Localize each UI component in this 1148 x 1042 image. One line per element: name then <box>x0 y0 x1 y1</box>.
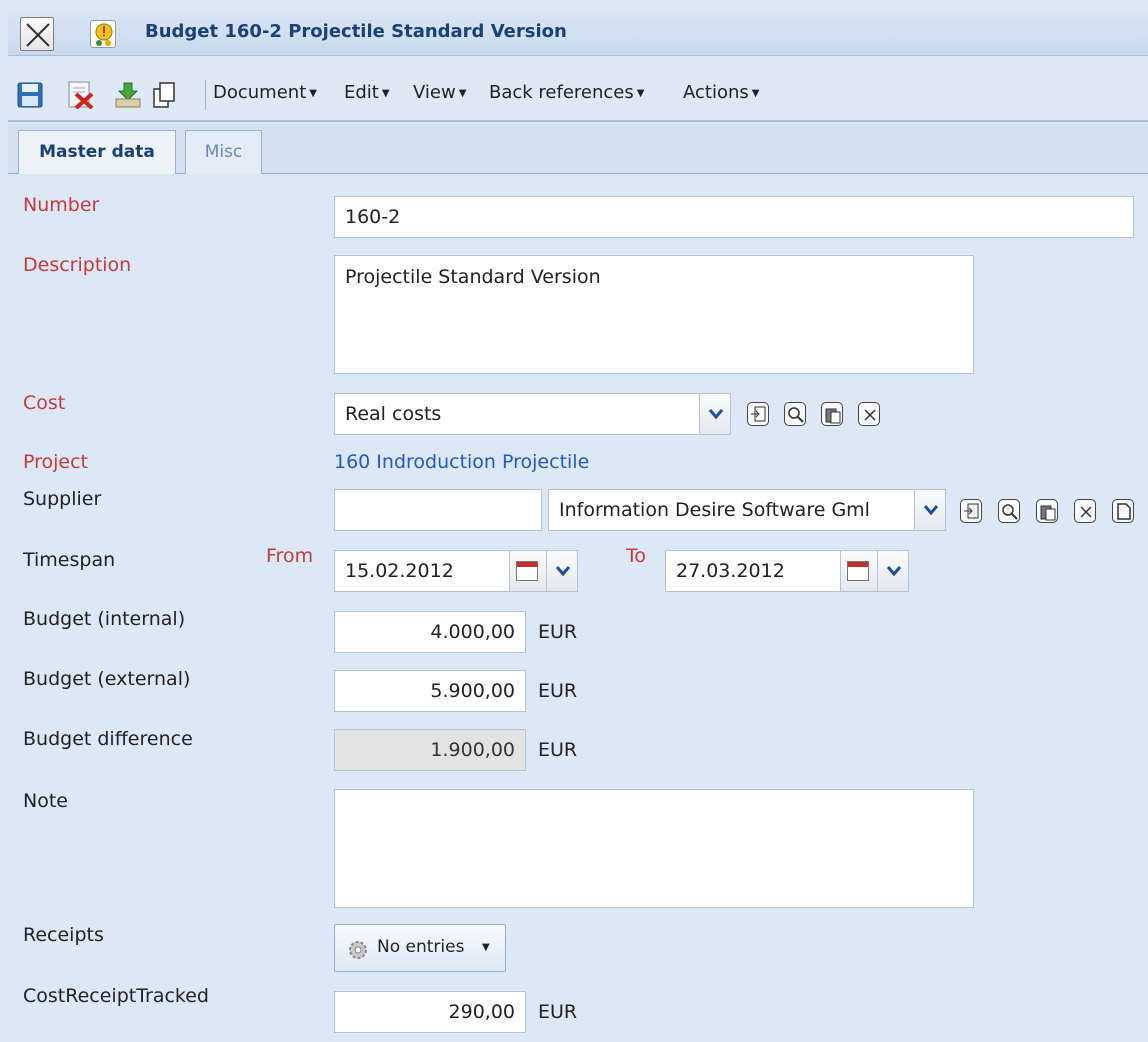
cost-open-button[interactable] <box>747 402 769 426</box>
timespan-label: Timespan <box>23 549 116 571</box>
chevron-down-icon: ▼ <box>482 942 490 953</box>
chevron-down-icon <box>887 566 901 576</box>
cost-receipt-tracked-unit: EUR <box>538 1001 578 1023</box>
tab-misc[interactable]: Misc <box>185 130 262 174</box>
chevron-down-icon: ▼ <box>381 87 390 99</box>
tab-master-data[interactable]: Master data <box>18 130 176 174</box>
receipts-label: Receipts <box>23 924 104 946</box>
supplier-clear-button[interactable] <box>1074 499 1096 523</box>
toolbar-separator <box>205 80 206 110</box>
menu-document-label: Document <box>213 82 307 103</box>
budget-internal-label: Budget (internal) <box>23 608 186 630</box>
budget-internal-unit: EUR <box>538 621 578 643</box>
supplier-open-button[interactable] <box>960 499 982 523</box>
chevron-down-icon <box>556 566 570 576</box>
budget-internal-input[interactable]: 4.000,00 <box>334 611 526 653</box>
receipts-button-label: No entries <box>377 937 465 957</box>
new-document-icon <box>1117 503 1131 520</box>
cost-search-button[interactable] <box>784 402 806 426</box>
cost-dropdown-button[interactable] <box>699 393 731 435</box>
receipts-button[interactable]: No entries ▼ <box>334 924 506 972</box>
window-title: Budget 160-2 Projectile Standard Version <box>145 21 567 42</box>
timespan-from-input[interactable]: 15.02.2012 <box>334 550 514 592</box>
menu-document[interactable]: Document ▼ <box>213 82 317 103</box>
paste-icon <box>825 408 841 424</box>
close-button[interactable] <box>20 17 54 51</box>
note-textarea[interactable] <box>334 789 974 908</box>
from-calendar-button[interactable] <box>509 550 551 592</box>
cost-receipt-tracked-label: CostReceiptTracked <box>23 985 209 1007</box>
budget-difference-value: 1.900,00 <box>334 729 526 771</box>
search-icon <box>1002 504 1018 520</box>
supplier-select[interactable]: Information Desire Software Gml <box>548 489 916 531</box>
close-icon <box>26 23 50 47</box>
supplier-new-button[interactable] <box>1112 499 1134 523</box>
chevron-down-icon: ▼ <box>636 87 645 99</box>
number-input[interactable]: 160-2 <box>334 196 1134 238</box>
chevron-down-icon: ▼ <box>458 87 467 99</box>
menu-edit-label: Edit <box>344 82 379 103</box>
export-icon[interactable] <box>114 81 142 109</box>
paste-icon <box>1040 505 1056 521</box>
status-button[interactable] <box>90 20 116 48</box>
chevron-down-icon <box>924 505 938 515</box>
calendar-icon <box>516 561 538 581</box>
menu-actions-label: Actions <box>683 82 749 103</box>
to-calendar-button[interactable] <box>840 550 882 592</box>
cost-paste-button[interactable] <box>821 402 843 426</box>
cost-label: Cost <box>23 392 66 414</box>
supplier-label: Supplier <box>23 488 102 510</box>
budget-difference-label: Budget difference <box>23 728 193 750</box>
menu-actions[interactable]: Actions ▼ <box>683 82 759 103</box>
cost-select[interactable]: Real costs <box>334 393 700 435</box>
gear-icon <box>349 941 367 959</box>
chevron-down-icon <box>709 409 723 419</box>
timespan-to-input[interactable]: 27.03.2012 <box>665 550 845 592</box>
budget-external-input[interactable]: 5.900,00 <box>334 670 526 712</box>
clear-icon <box>1080 506 1092 518</box>
window-titlebar: Budget 160-2 Projectile Standard Version <box>8 8 1148 56</box>
project-label: Project <box>23 451 89 473</box>
number-label: Number <box>23 194 100 216</box>
budget-difference-unit: EUR <box>538 739 578 761</box>
timespan-from-label: From <box>266 545 314 567</box>
supplier-search-button[interactable] <box>998 499 1020 523</box>
supplier-code-input[interactable] <box>334 489 542 531</box>
note-label: Note <box>23 790 68 812</box>
copy-icon[interactable] <box>150 81 178 109</box>
delete-icon[interactable] <box>66 81 94 109</box>
save-icon[interactable] <box>16 81 44 109</box>
description-label: Description <box>23 254 132 276</box>
menu-back-references-label: Back references <box>489 82 634 103</box>
from-dropdown-button[interactable] <box>546 550 578 592</box>
cost-clear-button[interactable] <box>858 402 880 426</box>
warning-status-icon <box>95 23 113 46</box>
clear-icon <box>864 409 876 421</box>
chevron-down-icon: ▼ <box>309 87 317 99</box>
budget-external-unit: EUR <box>538 680 578 702</box>
chevron-down-icon: ▼ <box>751 87 760 99</box>
supplier-paste-button[interactable] <box>1036 499 1058 523</box>
timespan-to-label: To <box>626 545 647 567</box>
to-dropdown-button[interactable] <box>877 550 909 592</box>
calendar-icon <box>847 561 869 581</box>
open-record-icon <box>964 503 979 519</box>
menu-edit[interactable]: Edit ▼ <box>344 82 390 103</box>
toolbar: Document ▼ Edit ▼ View ▼ Back references ▼ A… <box>8 60 1148 122</box>
search-icon <box>788 407 804 423</box>
supplier-dropdown-button[interactable] <box>914 489 946 531</box>
menu-back-references[interactable]: Back references ▼ <box>489 82 644 103</box>
tab-bar: Master data Misc <box>8 124 1148 174</box>
project-link[interactable]: 160 Indroduction Projectile <box>334 451 589 473</box>
menu-view[interactable]: View ▼ <box>413 82 466 103</box>
budget-external-label: Budget (external) <box>23 668 191 690</box>
cost-receipt-tracked-input[interactable]: 290,00 <box>334 991 526 1033</box>
menu-view-label: View <box>413 82 456 103</box>
open-record-icon <box>751 406 766 422</box>
description-textarea[interactable]: Projectile Standard Version <box>334 255 974 374</box>
